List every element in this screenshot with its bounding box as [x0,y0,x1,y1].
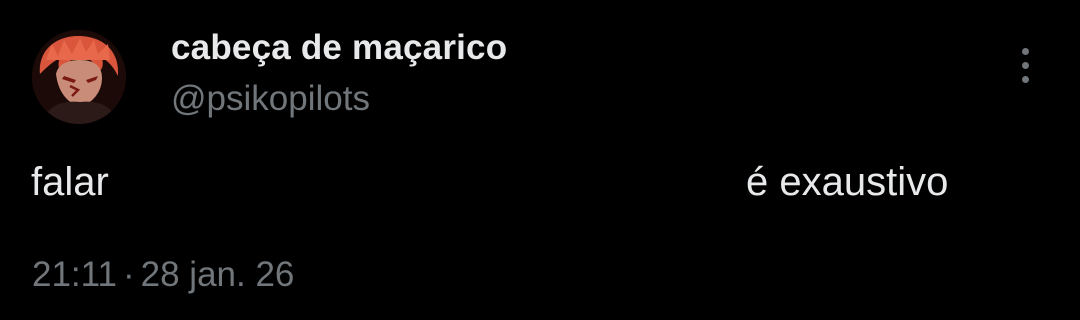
tweet-text-start: falar [31,160,109,204]
more-options-button[interactable] [1008,42,1044,90]
tweet-text-end: é exaustivo [746,160,949,204]
timestamp-separator: · [123,255,135,294]
author-handle[interactable]: @psikopilots [171,79,370,119]
tweet-timestamp[interactable]: 21:11 · 28 jan. 26 [32,255,294,295]
avatar[interactable] [32,30,126,124]
tweet: cabeça de maçarico @psikopilots falar é … [0,0,1080,320]
avatar-red-haired-character-icon [32,30,126,124]
author-display-name[interactable]: cabeça de maçarico [171,28,507,68]
tweet-date: 28 jan. 26 [140,255,295,294]
tweet-time: 21:11 [32,255,117,294]
